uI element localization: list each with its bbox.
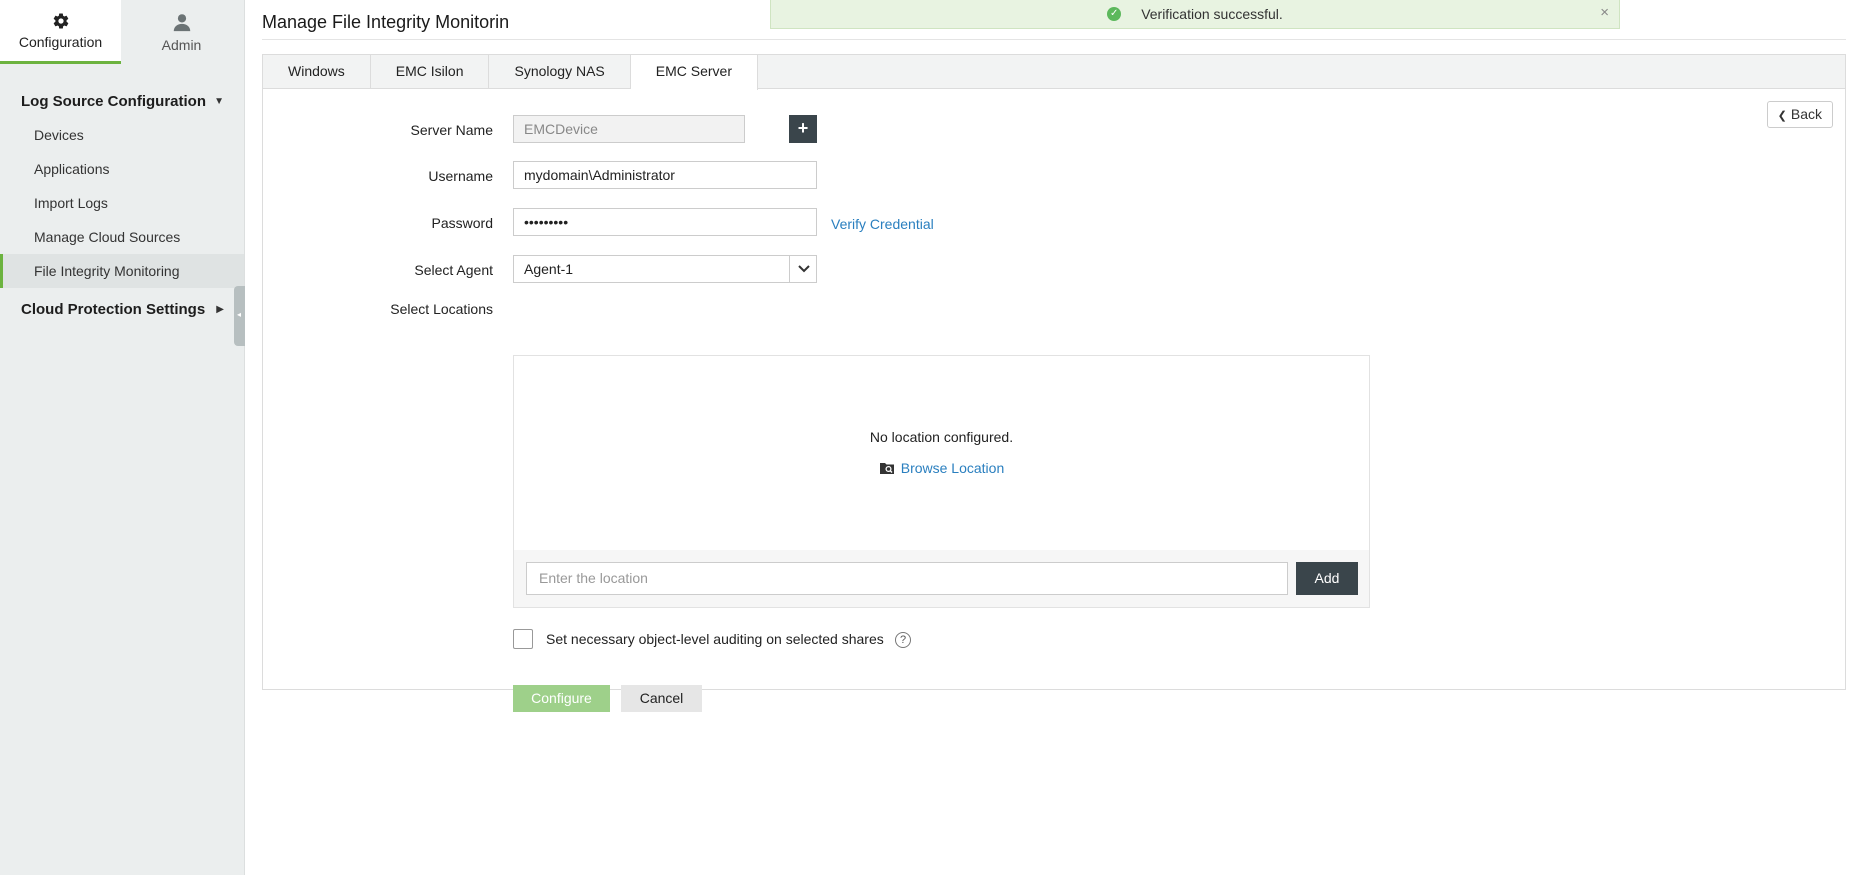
auditing-label: Set necessary object-level auditing on s…: [546, 631, 884, 647]
agent-select-toggle[interactable]: [789, 255, 817, 283]
sidebar-item-import-logs[interactable]: Import Logs: [0, 186, 244, 220]
sidebar-item-file-integrity-monitoring[interactable]: File Integrity Monitoring: [0, 254, 244, 288]
sidebar-item-applications[interactable]: Applications: [0, 152, 244, 186]
back-button[interactable]: ❮ Back: [1766, 101, 1833, 128]
back-label: Back: [1790, 106, 1822, 122]
tab-emc-server[interactable]: EMC Server: [630, 55, 758, 90]
plus-icon: +: [797, 118, 809, 138]
auditing-checkbox[interactable]: [513, 629, 533, 649]
tab-synology-nas[interactable]: Synology NAS: [489, 55, 631, 89]
sidebar-item-label: Manage Cloud Sources: [34, 229, 181, 245]
tab-emc-isilon[interactable]: EMC Isilon: [371, 55, 490, 89]
sidebar-collapse-handle[interactable]: ◂: [234, 286, 245, 346]
help-icon[interactable]: ?: [895, 632, 911, 648]
caret-down-icon: ▼: [214, 96, 224, 107]
chevron-down-icon: [798, 265, 810, 273]
sidebar-item-label: Import Logs: [34, 195, 108, 211]
success-toast: ✓ Verification successful. ×: [770, 0, 1620, 29]
browse-location-link[interactable]: Browse Location: [514, 460, 1369, 476]
agent-select[interactable]: Agent-1: [513, 255, 817, 283]
cancel-button[interactable]: Cancel: [621, 685, 702, 712]
toast-message: Verification successful.: [1141, 6, 1283, 22]
browse-location-label: Browse Location: [900, 460, 1005, 476]
section-log-source-label: Log Source Configuration: [21, 93, 206, 110]
sidebar-item-label: Applications: [34, 161, 110, 177]
password-label: Password: [431, 215, 493, 231]
sidebar-item-label: File Integrity Monitoring: [34, 263, 180, 279]
top-nav: Configuration Admin: [0, 0, 244, 64]
check-circle-icon: ✓: [1107, 7, 1122, 21]
topnav-admin-label: Admin: [161, 37, 202, 53]
location-input[interactable]: Enter the location: [526, 562, 1288, 595]
close-icon[interactable]: ×: [1600, 4, 1609, 21]
chevron-left-icon: ◂: [237, 310, 242, 319]
add-server-button[interactable]: +: [789, 115, 817, 143]
no-location-text: No location configured.: [869, 429, 1014, 445]
select-agent-label: Select Agent: [414, 262, 493, 278]
tab-windows[interactable]: Windows: [263, 55, 371, 89]
topnav-configuration[interactable]: Configuration: [0, 0, 121, 64]
user-icon: [173, 14, 190, 32]
folder-search-icon: [879, 463, 894, 474]
section-log-source-configuration[interactable]: Log Source Configuration ▼: [0, 86, 244, 118]
title-divider: [262, 39, 1846, 40]
tab-bar: Windows EMC Isilon Synology NAS EMC Serv…: [263, 55, 1845, 90]
main-content: Manage File Integrity Monitorin ✓ Verifi…: [262, 0, 1854, 875]
caret-right-icon: ▶: [216, 304, 224, 315]
add-location-button[interactable]: Add: [1296, 562, 1358, 595]
sidebar: Configuration Admin Log Source Configura…: [0, 0, 245, 875]
sidebar-item-devices[interactable]: Devices: [0, 118, 244, 152]
configure-button[interactable]: Configure: [513, 685, 610, 712]
section-cloud-label: Cloud Protection Settings: [21, 301, 206, 318]
verify-credential-link[interactable]: Verify Credential: [831, 216, 934, 232]
topnav-configuration-label: Configuration: [18, 33, 103, 50]
nav-list: Devices Applications Import Logs Manage …: [0, 118, 244, 288]
config-panel: Windows EMC Isilon Synology NAS EMC Serv…: [262, 54, 1846, 712]
server-name-input[interactable]: EMCDevice: [513, 115, 745, 143]
sidebar-item-label: Devices: [34, 127, 84, 143]
username-input[interactable]: mydomain\Administrator: [513, 161, 817, 189]
page-title: Manage File Integrity Monitorin: [262, 12, 510, 32]
add-location-row: Enter the location Add: [514, 550, 1369, 607]
chevron-left-icon: ❮: [1777, 110, 1787, 122]
username-label: Username: [428, 168, 493, 184]
topnav-admin[interactable]: Admin: [121, 0, 242, 64]
sidebar-item-manage-cloud-sources[interactable]: Manage Cloud Sources: [0, 220, 244, 254]
server-name-label: Server Name: [410, 122, 493, 138]
locations-box: No location configured. Browse Location …: [513, 355, 1370, 608]
section-cloud-protection-settings[interactable]: Cloud Protection Settings ▶: [0, 294, 244, 326]
gear-icon: [53, 13, 68, 29]
select-locations-label: Select Locations: [390, 301, 493, 317]
password-input[interactable]: •••••••••: [513, 208, 817, 236]
